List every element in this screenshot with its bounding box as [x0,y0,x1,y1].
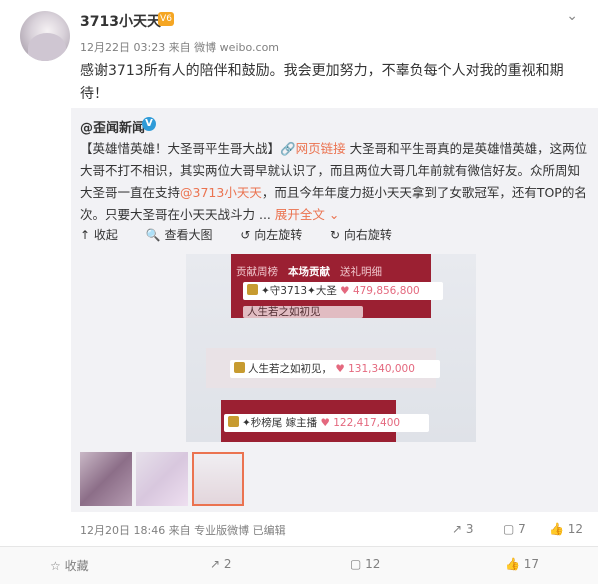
repost-author[interactable]: @歪闻新闻 [80,117,145,136]
main-image[interactable]: 贡献周榜 本场贡献 送礼明细 ✦守3713✦大圣 ♥ 479,856,800 人… [186,254,476,442]
image-row: ✦秒榜尾 嫁主播 ♥ 122,417,400 [224,414,429,432]
vip-badge-icon: V6 [158,12,174,26]
image-row: 人生若之如初见， ♥ 131,340,000 [230,360,440,378]
like-count[interactable]: 👍 12 [549,522,583,536]
view-large-button[interactable]: 🔍 查看大图 [146,228,225,242]
comment-count[interactable]: ▢ 7 [503,522,526,536]
like-button[interactable]: 👍 17 [505,557,539,571]
favorite-button[interactable]: ☆ 收藏 [50,557,89,574]
image-tabs: 贡献周榜 本场贡献 送礼明细 [236,266,383,278]
avatar[interactable] [20,11,70,61]
post-text: 感谢3713所有人的陪伴和鼓励。我会更加努力，不辜负每个人对我的重视和期待！ [80,63,564,102]
chevron-down-icon[interactable]: ⌄ [325,207,339,222]
chevron-down-icon[interactable]: ⌄ [566,8,578,24]
web-link[interactable]: 网页链接 [296,141,346,156]
thumbnail-1[interactable] [80,452,132,506]
repost-footer: 12月20日 18:46 来自 专业版微博 已编辑 [80,524,286,537]
expand-link[interactable]: 展开全文 [275,207,325,222]
bottom-action-bar: ☆ 收藏 ↗ 2 ▢ 12 👍 17 [0,546,598,584]
rotate-right-button[interactable]: ↻ 向右旋转 [330,228,404,242]
thumbnail-3[interactable] [192,452,244,506]
verified-icon: V [142,117,156,131]
repost-button[interactable]: ↗ 2 [210,557,232,571]
web-link-icon[interactable]: 🔗 [280,141,296,156]
comment-button[interactable]: ▢ 12 [350,557,380,571]
mention-link[interactable]: @3713小天天 [180,185,262,200]
image-actions: ↑ 收起 🔍 查看大图 ↺ 向左旋转 ↻ 向右旋转 [80,226,416,243]
repost-card: @歪闻新闻 V 【英雄惜英雄！大圣哥平生哥大战】🔗网页链接 大圣哥和平生哥真的是… [71,108,598,537]
repost-count[interactable]: ↗ 3 [452,522,474,536]
collapse-button[interactable]: ↑ 收起 [80,228,130,242]
thumbnail-2[interactable] [136,452,188,506]
image-row: ✦守3713✦大圣 ♥ 479,856,800 [243,282,443,300]
image-row: 人生若之如初见 [243,306,363,318]
repost-title: 【英雄惜英雄！大圣哥平生哥大战】 [80,141,281,156]
rotate-left-button[interactable]: ↺ 向左旋转 [240,228,314,242]
repost-text: 【英雄惜英雄！大圣哥平生哥大战】🔗网页链接 大圣哥和平生哥真的是英雄惜英雄，这两… [80,138,590,226]
username[interactable]: 3713小天天 [80,11,161,31]
post-meta: 12月22日 03:23 来自 微博 weibo.com [80,41,280,54]
